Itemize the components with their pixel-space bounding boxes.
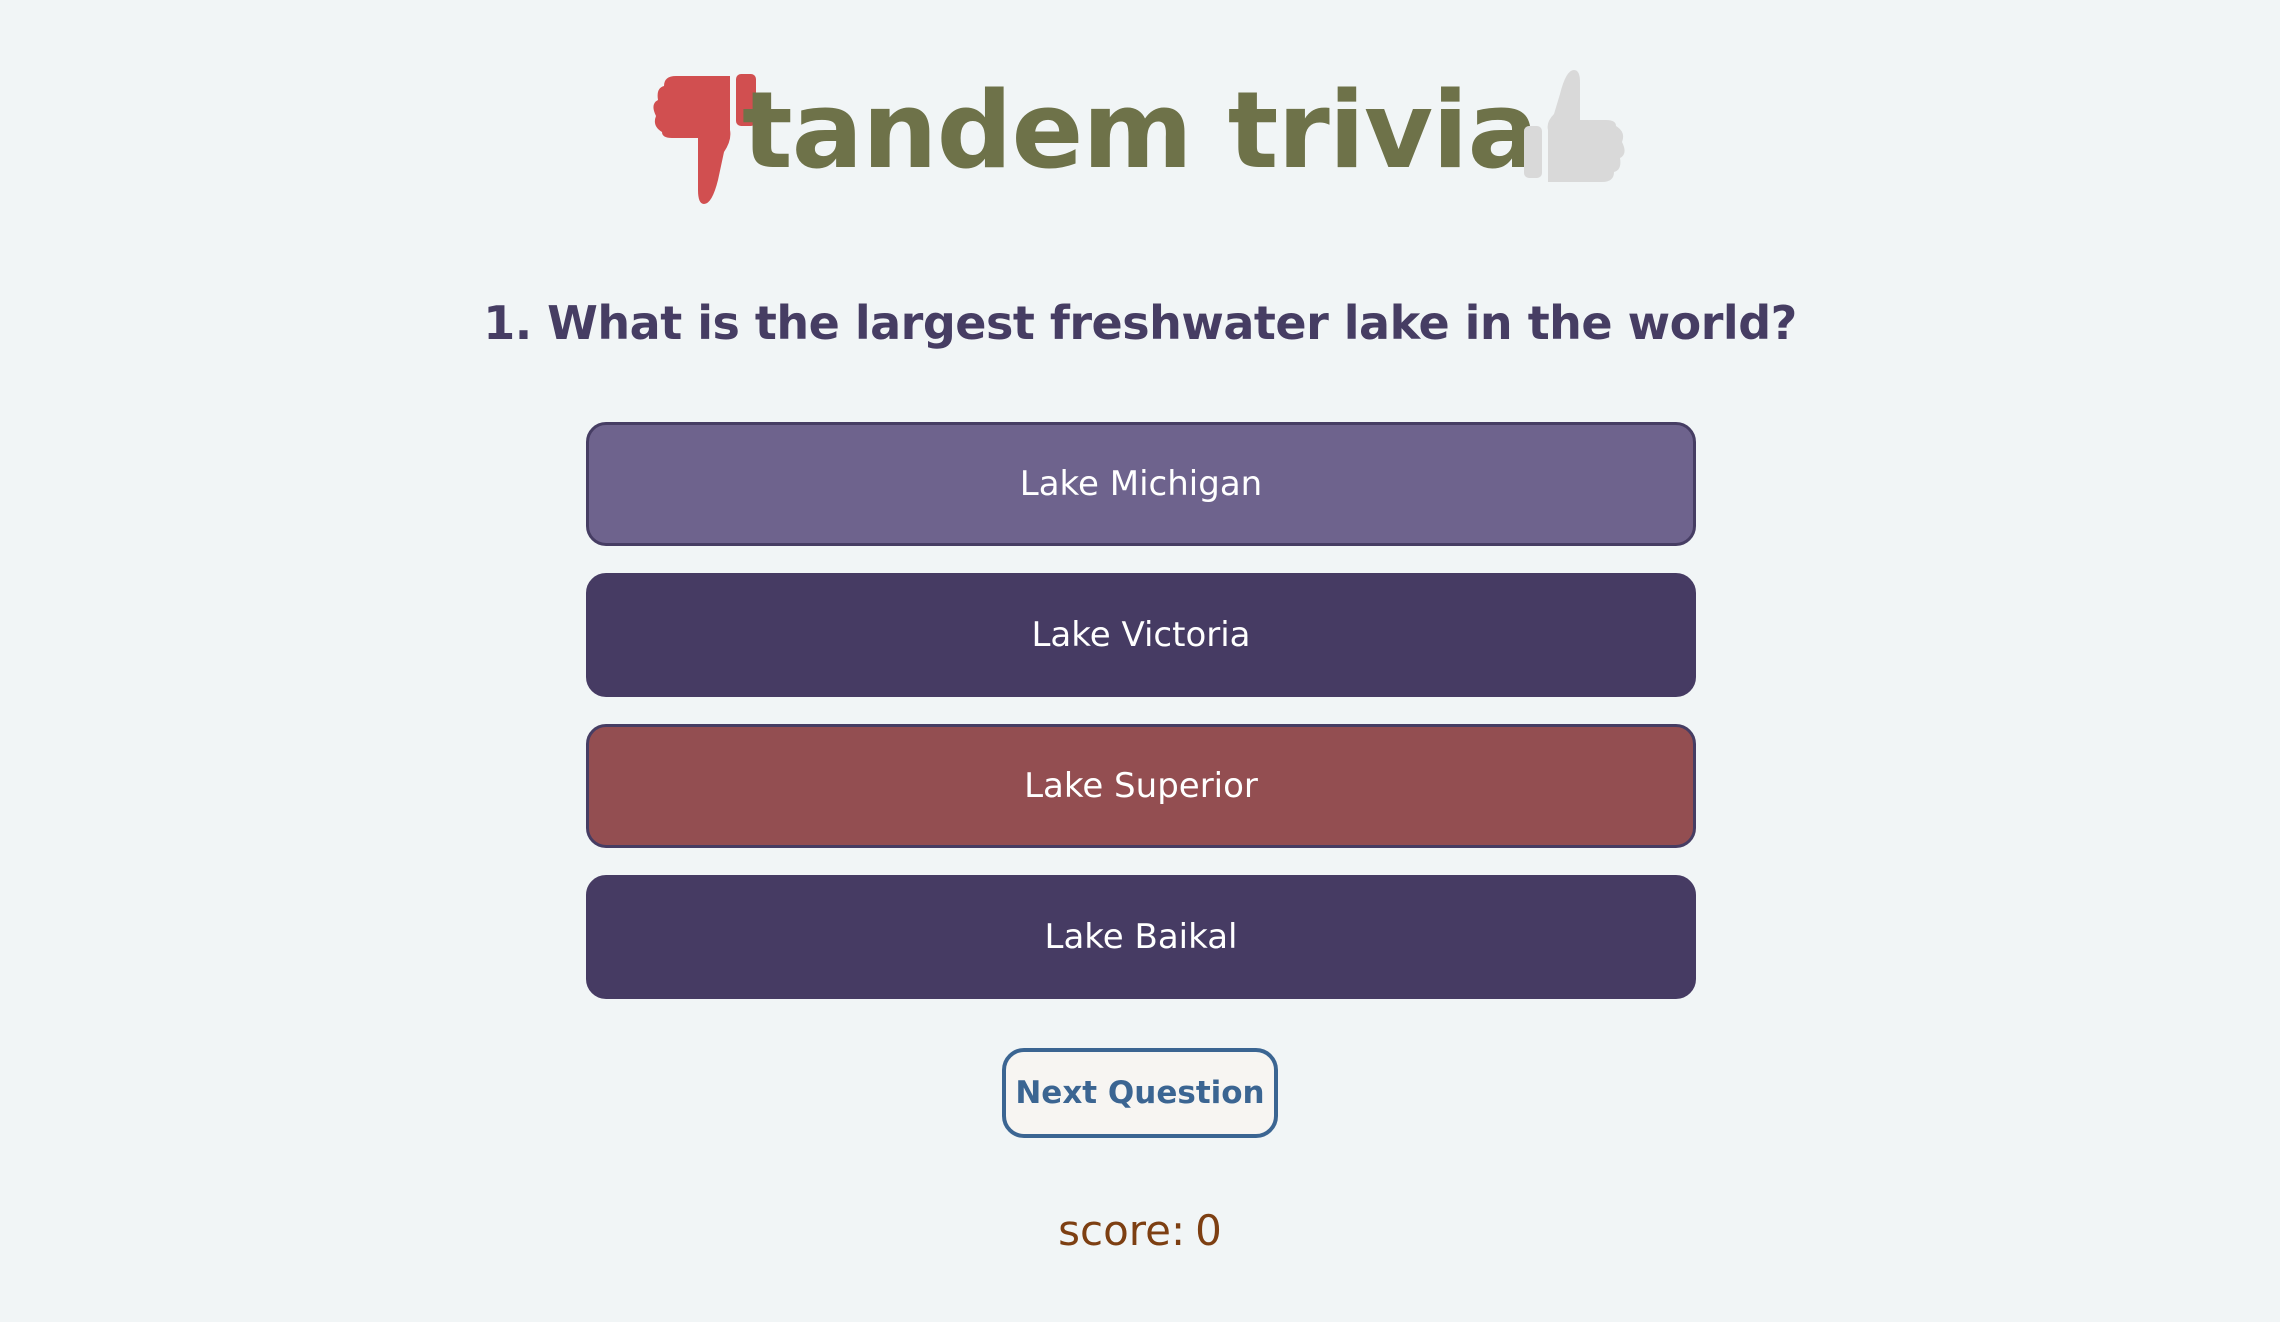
answer-option-lake-victoria[interactable]: Lake Victoria: [586, 573, 1696, 697]
thumbs-up-icon: [1524, 70, 1625, 182]
score-label: score:: [1058, 1206, 1186, 1255]
answer-option-lake-superior[interactable]: Lake Superior: [586, 724, 1696, 848]
score-value: 0: [1195, 1206, 1222, 1255]
answer-option-lake-michigan[interactable]: Lake Michigan: [586, 422, 1696, 546]
answer-option-lake-baikal[interactable]: Lake Baikal: [586, 875, 1696, 999]
next-question-button[interactable]: Next Question: [1002, 1048, 1278, 1138]
header: tandem trivia: [0, 60, 2280, 220]
app-title: tandem trivia: [741, 69, 1539, 192]
score-display: score: 0: [0, 1206, 2280, 1255]
answer-list: Lake Michigan Lake Victoria Lake Superio…: [586, 422, 1696, 1026]
question-text: 1. What is the largest freshwater lake i…: [483, 296, 1797, 350]
